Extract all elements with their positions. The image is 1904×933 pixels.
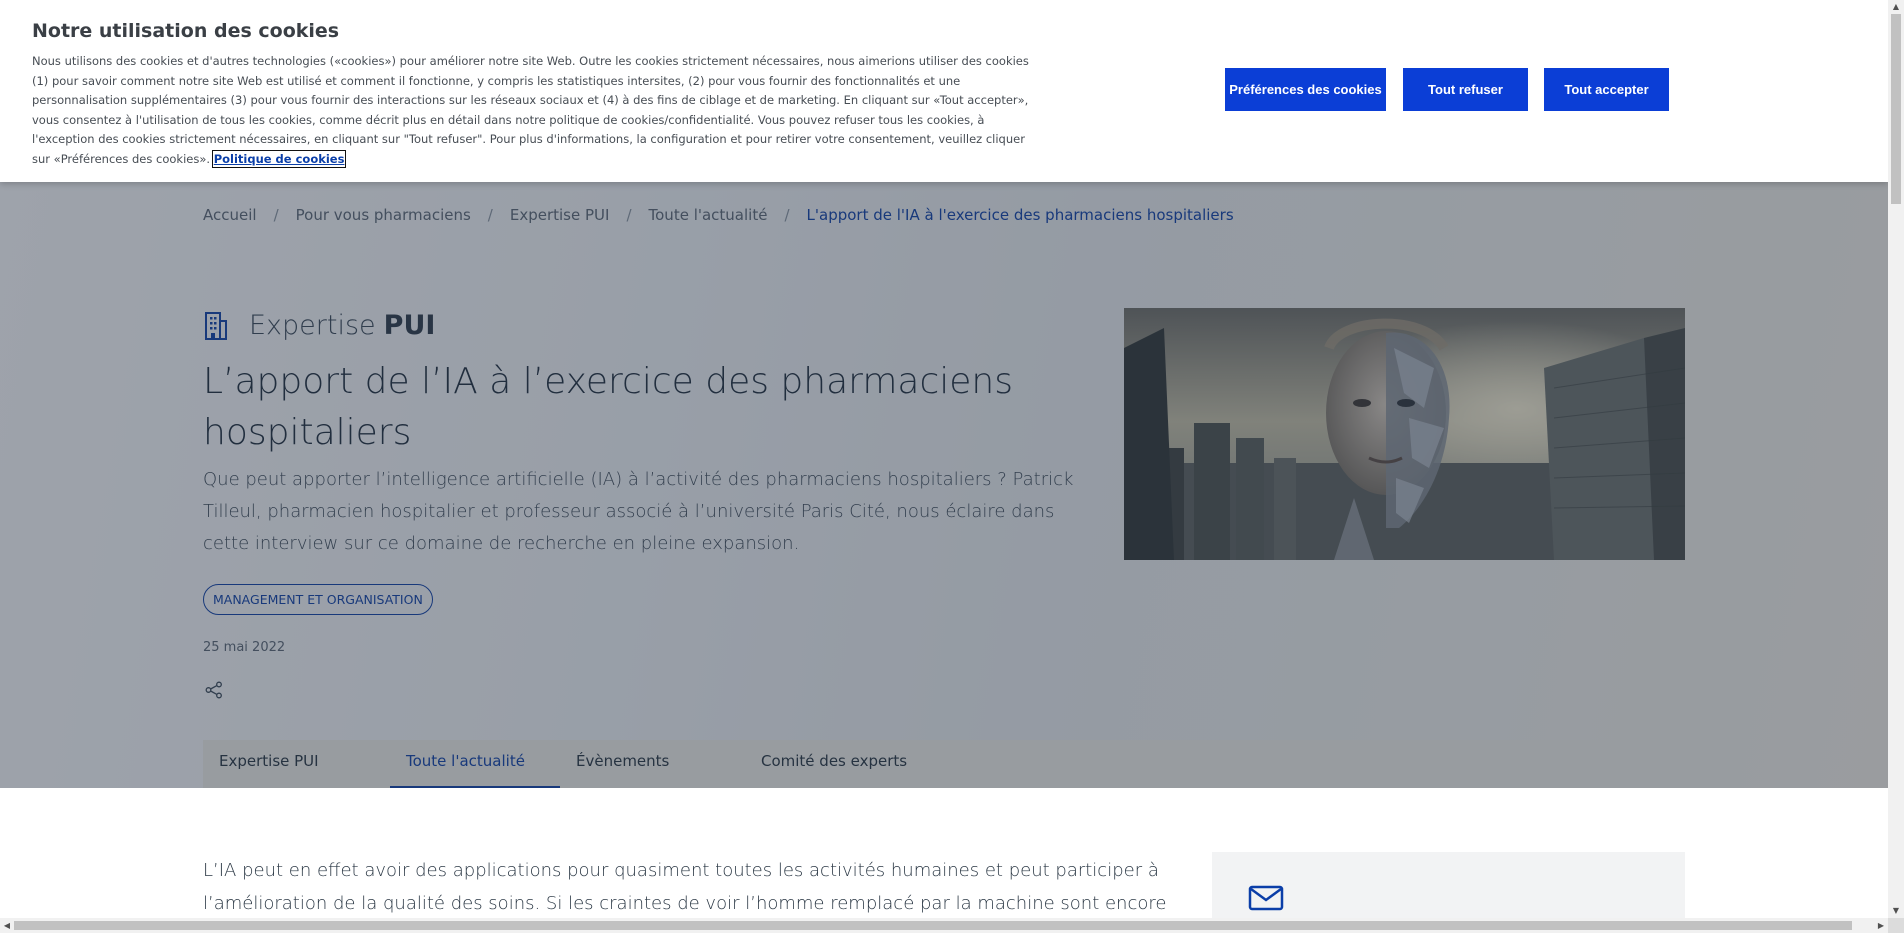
cookie-banner-title: Notre utilisation des cookies <box>32 20 340 42</box>
accept-all-button[interactable]: Tout accepter <box>1544 68 1669 111</box>
scroll-right-arrow-icon[interactable]: ▶ <box>1874 918 1888 933</box>
cookie-banner-description: Nous utilisons des cookies et d'autres t… <box>32 54 1029 166</box>
vertical-scroll-thumb[interactable] <box>1891 14 1901 204</box>
cookie-policy-link[interactable]: Politique de cookies <box>211 149 347 168</box>
newsletter-card <box>1212 852 1685 918</box>
horizontal-scroll-thumb[interactable] <box>14 921 1852 930</box>
scrollbar-corner <box>1888 918 1904 933</box>
cookie-preferences-button[interactable]: Préférences des cookies <box>1225 68 1386 111</box>
scroll-down-arrow-icon[interactable]: ▼ <box>1888 904 1904 918</box>
page: Accueil / Pour vous pharmaciens / Expert… <box>0 0 1888 918</box>
article-body-paragraph: L’IA peut en effet avoir des application… <box>203 860 1167 914</box>
cookie-banner: Notre utilisation des cookies Nous utili… <box>0 0 1888 182</box>
vertical-scrollbar[interactable]: ▲ ▼ <box>1888 0 1904 918</box>
cookie-banner-text: Nous utilisons des cookies et d'autres t… <box>32 52 1032 169</box>
mail-icon[interactable] <box>1248 884 1284 912</box>
scroll-left-arrow-icon[interactable]: ◀ <box>0 918 14 933</box>
horizontal-scrollbar[interactable]: ◀ ▶ <box>0 918 1888 933</box>
reject-all-button[interactable]: Tout refuser <box>1403 68 1528 111</box>
scroll-up-arrow-icon[interactable]: ▲ <box>1888 0 1904 14</box>
modal-overlay <box>0 182 1888 788</box>
